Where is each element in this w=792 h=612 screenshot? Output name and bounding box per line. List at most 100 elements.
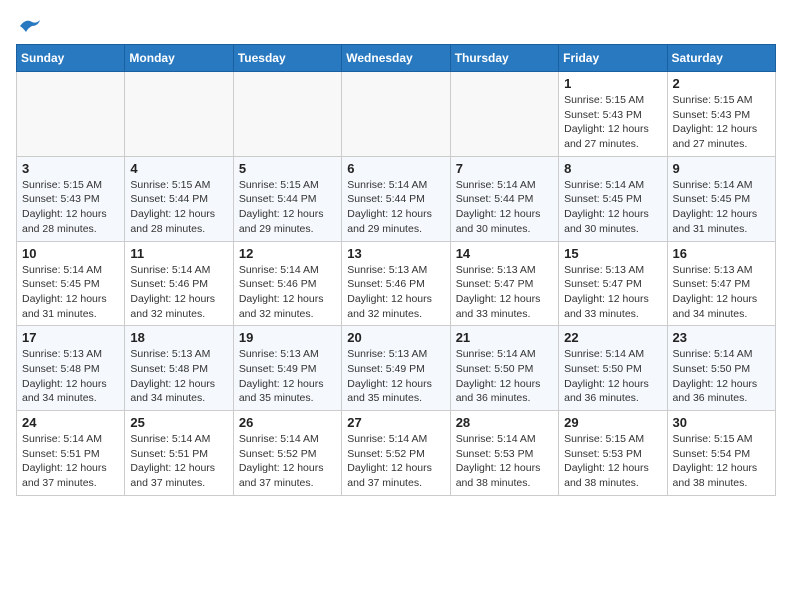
day-info: Sunrise: 5:13 AM Sunset: 5:47 PM Dayligh… [456, 263, 553, 322]
calendar-cell [17, 72, 125, 157]
calendar-cell: 14 Sunrise: 5:13 AM Sunset: 5:47 PM Dayli… [450, 241, 558, 326]
day-number: 14 [456, 246, 553, 261]
day-number: 17 [22, 330, 119, 345]
calendar-cell: 8 Sunrise: 5:14 AM Sunset: 5:45 PM Daylig… [559, 156, 667, 241]
day-number: 12 [239, 246, 336, 261]
calendar-cell: 26Sunrise: 5:14 AM Sunset: 5:52 PM Dayli… [233, 411, 341, 496]
calendar-cell: 7 Sunrise: 5:14 AM Sunset: 5:44 PM Daylig… [450, 156, 558, 241]
day-number: 10 [22, 246, 119, 261]
day-info: Sunrise: 5:14 AM Sunset: 5:45 PM Dayligh… [22, 263, 119, 322]
calendar-cell: 21Sunrise: 5:14 AM Sunset: 5:50 PM Dayli… [450, 326, 558, 411]
day-info: Sunrise: 5:13 AM Sunset: 5:48 PM Dayligh… [22, 347, 119, 406]
day-number: 16 [673, 246, 770, 261]
day-number: 29 [564, 415, 661, 430]
logo [16, 16, 42, 36]
day-info: Sunrise: 5:14 AM Sunset: 5:45 PM Dayligh… [564, 178, 661, 237]
calendar-cell [450, 72, 558, 157]
day-info: Sunrise: 5:13 AM Sunset: 5:49 PM Dayligh… [347, 347, 444, 406]
day-info: Sunrise: 5:15 AM Sunset: 5:54 PM Dayligh… [673, 432, 770, 491]
calendar-cell: 3Sunrise: 5:15 AM Sunset: 5:43 PM Daylig… [17, 156, 125, 241]
day-number: 5 [239, 161, 336, 176]
calendar-week-row: 24 Sunrise: 5:14 AM Sunset: 5:51 PM Dayli… [17, 411, 776, 496]
day-info: Sunrise: 5:15 AM Sunset: 5:43 PM Dayligh… [564, 93, 661, 152]
day-info: Sunrise: 5:14 AM Sunset: 5:51 PM Dayligh… [22, 432, 119, 491]
calendar-cell [125, 72, 233, 157]
calendar-cell: 25 Sunrise: 5:14 AM Sunset: 5:51 PM Dayli… [125, 411, 233, 496]
day-number: 22 [564, 330, 661, 345]
calendar-cell: 19 Sunrise: 5:13 AM Sunset: 5:49 PM Dayli… [233, 326, 341, 411]
calendar-cell: 28 Sunrise: 5:14 AM Sunset: 5:53 PM Dayli… [450, 411, 558, 496]
calendar-header-monday: Monday [125, 45, 233, 72]
day-info: Sunrise: 5:14 AM Sunset: 5:51 PM Dayligh… [130, 432, 227, 491]
calendar-cell: 18 Sunrise: 5:13 AM Sunset: 5:48 PM Dayli… [125, 326, 233, 411]
day-number: 4 [130, 161, 227, 176]
calendar-cell: 12Sunrise: 5:14 AM Sunset: 5:46 PM Dayli… [233, 241, 341, 326]
day-number: 13 [347, 246, 444, 261]
calendar-week-row: 3Sunrise: 5:15 AM Sunset: 5:43 PM Daylig… [17, 156, 776, 241]
day-number: 6 [347, 161, 444, 176]
calendar-cell: 9 Sunrise: 5:14 AM Sunset: 5:45 PM Daylig… [667, 156, 775, 241]
calendar-header-sunday: Sunday [17, 45, 125, 72]
day-number: 9 [673, 161, 770, 176]
calendar-header-saturday: Saturday [667, 45, 775, 72]
day-info: Sunrise: 5:13 AM Sunset: 5:46 PM Dayligh… [347, 263, 444, 322]
day-info: Sunrise: 5:15 AM Sunset: 5:44 PM Dayligh… [239, 178, 336, 237]
day-info: Sunrise: 5:14 AM Sunset: 5:44 PM Dayligh… [347, 178, 444, 237]
calendar-cell: 17 Sunrise: 5:13 AM Sunset: 5:48 PM Dayli… [17, 326, 125, 411]
calendar-table: SundayMondayTuesdayWednesdayThursdayFrid… [16, 44, 776, 496]
calendar-cell: 6 Sunrise: 5:14 AM Sunset: 5:44 PM Daylig… [342, 156, 450, 241]
calendar-header-row: SundayMondayTuesdayWednesdayThursdayFrid… [17, 45, 776, 72]
calendar-cell: 2 Sunrise: 5:15 AM Sunset: 5:43 PM Daylig… [667, 72, 775, 157]
day-info: Sunrise: 5:14 AM Sunset: 5:50 PM Dayligh… [456, 347, 553, 406]
day-info: Sunrise: 5:14 AM Sunset: 5:50 PM Dayligh… [564, 347, 661, 406]
calendar-cell: 4 Sunrise: 5:15 AM Sunset: 5:44 PM Daylig… [125, 156, 233, 241]
calendar-cell: 27Sunrise: 5:14 AM Sunset: 5:52 PM Dayli… [342, 411, 450, 496]
day-info: Sunrise: 5:14 AM Sunset: 5:45 PM Dayligh… [673, 178, 770, 237]
day-info: Sunrise: 5:14 AM Sunset: 5:46 PM Dayligh… [130, 263, 227, 322]
calendar-cell: 30 Sunrise: 5:15 AM Sunset: 5:54 PM Dayli… [667, 411, 775, 496]
day-number: 15 [564, 246, 661, 261]
calendar-cell: 23Sunrise: 5:14 AM Sunset: 5:50 PM Dayli… [667, 326, 775, 411]
day-number: 19 [239, 330, 336, 345]
calendar-week-row: 1 Sunrise: 5:15 AM Sunset: 5:43 PM Daylig… [17, 72, 776, 157]
day-info: Sunrise: 5:13 AM Sunset: 5:47 PM Dayligh… [564, 263, 661, 322]
calendar-cell: 10 Sunrise: 5:14 AM Sunset: 5:45 PM Dayli… [17, 241, 125, 326]
calendar-cell: 15 Sunrise: 5:13 AM Sunset: 5:47 PM Dayli… [559, 241, 667, 326]
day-number: 7 [456, 161, 553, 176]
day-number: 11 [130, 246, 227, 261]
calendar-cell [233, 72, 341, 157]
day-number: 2 [673, 76, 770, 91]
day-info: Sunrise: 5:13 AM Sunset: 5:49 PM Dayligh… [239, 347, 336, 406]
day-number: 23 [673, 330, 770, 345]
day-number: 27 [347, 415, 444, 430]
day-info: Sunrise: 5:15 AM Sunset: 5:44 PM Dayligh… [130, 178, 227, 237]
logo-bird-icon [18, 16, 42, 36]
day-info: Sunrise: 5:14 AM Sunset: 5:53 PM Dayligh… [456, 432, 553, 491]
day-number: 25 [130, 415, 227, 430]
calendar-cell: 1 Sunrise: 5:15 AM Sunset: 5:43 PM Daylig… [559, 72, 667, 157]
day-number: 18 [130, 330, 227, 345]
day-number: 26 [239, 415, 336, 430]
calendar-cell: 5 Sunrise: 5:15 AM Sunset: 5:44 PM Daylig… [233, 156, 341, 241]
calendar-cell: 11 Sunrise: 5:14 AM Sunset: 5:46 PM Dayli… [125, 241, 233, 326]
day-info: Sunrise: 5:13 AM Sunset: 5:48 PM Dayligh… [130, 347, 227, 406]
day-info: Sunrise: 5:15 AM Sunset: 5:43 PM Dayligh… [673, 93, 770, 152]
day-number: 1 [564, 76, 661, 91]
day-info: Sunrise: 5:13 AM Sunset: 5:47 PM Dayligh… [673, 263, 770, 322]
day-info: Sunrise: 5:15 AM Sunset: 5:53 PM Dayligh… [564, 432, 661, 491]
day-number: 28 [456, 415, 553, 430]
calendar-cell: 29 Sunrise: 5:15 AM Sunset: 5:53 PM Dayli… [559, 411, 667, 496]
calendar-header-wednesday: Wednesday [342, 45, 450, 72]
day-info: Sunrise: 5:14 AM Sunset: 5:44 PM Dayligh… [456, 178, 553, 237]
calendar-week-row: 10 Sunrise: 5:14 AM Sunset: 5:45 PM Dayli… [17, 241, 776, 326]
calendar-header-tuesday: Tuesday [233, 45, 341, 72]
calendar-cell: 13 Sunrise: 5:13 AM Sunset: 5:46 PM Dayli… [342, 241, 450, 326]
day-number: 8 [564, 161, 661, 176]
page-header [16, 16, 776, 36]
day-number: 24 [22, 415, 119, 430]
calendar-header-thursday: Thursday [450, 45, 558, 72]
calendar-header-friday: Friday [559, 45, 667, 72]
day-number: 30 [673, 415, 770, 430]
day-info: Sunrise: 5:15 AM Sunset: 5:43 PM Dayligh… [22, 178, 119, 237]
calendar-cell: 16 Sunrise: 5:13 AM Sunset: 5:47 PM Dayli… [667, 241, 775, 326]
